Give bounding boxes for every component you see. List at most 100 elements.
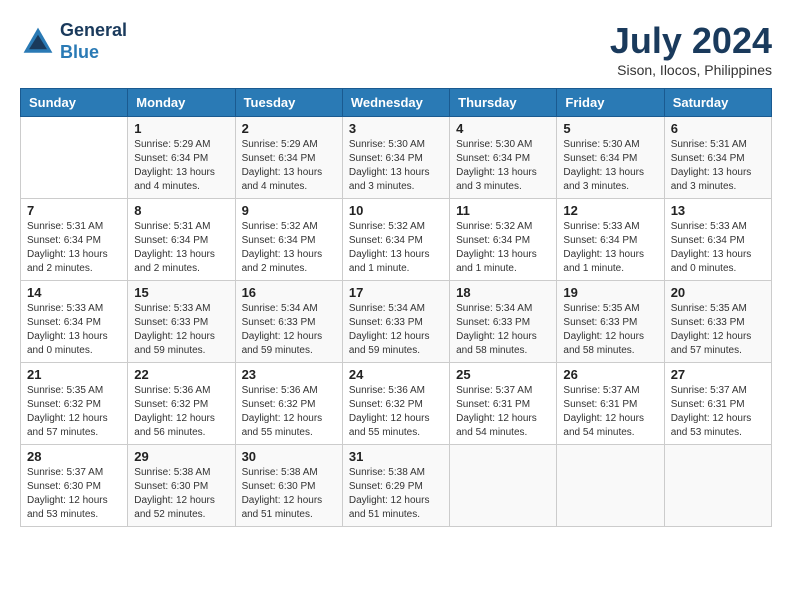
day-info: Sunrise: 5:38 AM Sunset: 6:30 PM Dayligh… <box>242 466 336 522</box>
day-info: Sunrise: 5:38 AM Sunset: 6:30 PM Dayligh… <box>134 466 228 522</box>
day-info: Sunrise: 5:33 AM Sunset: 6:34 PM Dayligh… <box>671 220 765 276</box>
day-info: Sunrise: 5:29 AM Sunset: 6:34 PM Dayligh… <box>242 138 336 194</box>
day-number: 10 <box>349 203 443 218</box>
day-info: Sunrise: 5:38 AM Sunset: 6:29 PM Dayligh… <box>349 466 443 522</box>
day-number: 2 <box>242 121 336 136</box>
logo-text: General Blue <box>60 20 127 63</box>
weekday-header-sunday: Sunday <box>21 89 128 117</box>
month-title: July 2024 <box>610 20 772 62</box>
location: Sison, Ilocos, Philippines <box>610 62 772 78</box>
day-info: Sunrise: 5:36 AM Sunset: 6:32 PM Dayligh… <box>242 384 336 440</box>
calendar-cell: 3 Sunrise: 5:30 AM Sunset: 6:34 PM Daylig… <box>342 117 449 199</box>
calendar-cell: 23 Sunrise: 5:36 AM Sunset: 6:32 PM Dayli… <box>235 363 342 445</box>
day-number: 9 <box>242 203 336 218</box>
day-number: 31 <box>349 449 443 464</box>
calendar-cell <box>21 117 128 199</box>
calendar-cell <box>557 445 664 527</box>
calendar-cell: 6 Sunrise: 5:31 AM Sunset: 6:34 PM Daylig… <box>664 117 771 199</box>
day-info: Sunrise: 5:36 AM Sunset: 6:32 PM Dayligh… <box>134 384 228 440</box>
day-number: 20 <box>671 285 765 300</box>
calendar-cell <box>664 445 771 527</box>
day-info: Sunrise: 5:37 AM Sunset: 6:31 PM Dayligh… <box>456 384 550 440</box>
day-info: Sunrise: 5:32 AM Sunset: 6:34 PM Dayligh… <box>242 220 336 276</box>
day-info: Sunrise: 5:29 AM Sunset: 6:34 PM Dayligh… <box>134 138 228 194</box>
day-number: 1 <box>134 121 228 136</box>
weekday-header-friday: Friday <box>557 89 664 117</box>
calendar-cell: 1 Sunrise: 5:29 AM Sunset: 6:34 PM Daylig… <box>128 117 235 199</box>
weekday-header-thursday: Thursday <box>450 89 557 117</box>
calendar-week-2: 7 Sunrise: 5:31 AM Sunset: 6:34 PM Daylig… <box>21 199 772 281</box>
calendar-cell: 24Sunrise: 5:36 AM Sunset: 6:32 PM Dayli… <box>342 363 449 445</box>
day-info: Sunrise: 5:31 AM Sunset: 6:34 PM Dayligh… <box>671 138 765 194</box>
day-number: 21 <box>27 367 121 382</box>
day-info: Sunrise: 5:36 AM Sunset: 6:32 PM Dayligh… <box>349 384 443 440</box>
calendar-cell: 13 Sunrise: 5:33 AM Sunset: 6:34 PM Dayli… <box>664 199 771 281</box>
day-number: 13 <box>671 203 765 218</box>
calendar-cell: 2 Sunrise: 5:29 AM Sunset: 6:34 PM Daylig… <box>235 117 342 199</box>
day-number: 16 <box>242 285 336 300</box>
calendar-cell: 7 Sunrise: 5:31 AM Sunset: 6:34 PM Daylig… <box>21 199 128 281</box>
day-number: 5 <box>563 121 657 136</box>
calendar-cell <box>450 445 557 527</box>
calendar-cell: 8Sunrise: 5:31 AM Sunset: 6:34 PM Daylig… <box>128 199 235 281</box>
day-info: Sunrise: 5:32 AM Sunset: 6:34 PM Dayligh… <box>456 220 550 276</box>
day-number: 3 <box>349 121 443 136</box>
calendar-week-1: 1 Sunrise: 5:29 AM Sunset: 6:34 PM Daylig… <box>21 117 772 199</box>
day-number: 27 <box>671 367 765 382</box>
day-number: 25 <box>456 367 550 382</box>
day-number: 6 <box>671 121 765 136</box>
day-info: Sunrise: 5:37 AM Sunset: 6:30 PM Dayligh… <box>27 466 121 522</box>
day-number: 7 <box>27 203 121 218</box>
day-number: 23 <box>242 367 336 382</box>
day-info: Sunrise: 5:34 AM Sunset: 6:33 PM Dayligh… <box>242 302 336 358</box>
day-info: Sunrise: 5:34 AM Sunset: 6:33 PM Dayligh… <box>349 302 443 358</box>
calendar-cell: 28Sunrise: 5:37 AM Sunset: 6:30 PM Dayli… <box>21 445 128 527</box>
calendar-cell: 4Sunrise: 5:30 AM Sunset: 6:34 PM Daylig… <box>450 117 557 199</box>
calendar-cell: 15Sunrise: 5:33 AM Sunset: 6:33 PM Dayli… <box>128 281 235 363</box>
calendar-cell: 12Sunrise: 5:33 AM Sunset: 6:34 PM Dayli… <box>557 199 664 281</box>
logo: General Blue <box>20 20 127 63</box>
calendar-week-3: 14Sunrise: 5:33 AM Sunset: 6:34 PM Dayli… <box>21 281 772 363</box>
calendar-body: 1 Sunrise: 5:29 AM Sunset: 6:34 PM Daylig… <box>21 117 772 527</box>
day-info: Sunrise: 5:35 AM Sunset: 6:33 PM Dayligh… <box>671 302 765 358</box>
calendar-table: SundayMondayTuesdayWednesdayThursdayFrid… <box>20 88 772 527</box>
calendar-cell: 31 Sunrise: 5:38 AM Sunset: 6:29 PM Dayli… <box>342 445 449 527</box>
weekday-header-monday: Monday <box>128 89 235 117</box>
calendar-cell: 17 Sunrise: 5:34 AM Sunset: 6:33 PM Dayli… <box>342 281 449 363</box>
day-info: Sunrise: 5:32 AM Sunset: 6:34 PM Dayligh… <box>349 220 443 276</box>
day-number: 17 <box>349 285 443 300</box>
day-info: Sunrise: 5:30 AM Sunset: 6:34 PM Dayligh… <box>563 138 657 194</box>
day-number: 14 <box>27 285 121 300</box>
calendar-cell: 29 Sunrise: 5:38 AM Sunset: 6:30 PM Dayli… <box>128 445 235 527</box>
day-info: Sunrise: 5:37 AM Sunset: 6:31 PM Dayligh… <box>671 384 765 440</box>
calendar-week-4: 21 Sunrise: 5:35 AM Sunset: 6:32 PM Dayli… <box>21 363 772 445</box>
calendar-cell: 9 Sunrise: 5:32 AM Sunset: 6:34 PM Daylig… <box>235 199 342 281</box>
day-info: Sunrise: 5:35 AM Sunset: 6:33 PM Dayligh… <box>563 302 657 358</box>
calendar-cell: 19 Sunrise: 5:35 AM Sunset: 6:33 PM Dayli… <box>557 281 664 363</box>
weekday-header-row: SundayMondayTuesdayWednesdayThursdayFrid… <box>21 89 772 117</box>
day-number: 22 <box>134 367 228 382</box>
calendar-cell: 22 Sunrise: 5:36 AM Sunset: 6:32 PM Dayli… <box>128 363 235 445</box>
weekday-header-tuesday: Tuesday <box>235 89 342 117</box>
calendar-cell: 30Sunrise: 5:38 AM Sunset: 6:30 PM Dayli… <box>235 445 342 527</box>
calendar-cell: 5 Sunrise: 5:30 AM Sunset: 6:34 PM Daylig… <box>557 117 664 199</box>
day-info: Sunrise: 5:31 AM Sunset: 6:34 PM Dayligh… <box>27 220 121 276</box>
calendar-cell: 10 Sunrise: 5:32 AM Sunset: 6:34 PM Dayli… <box>342 199 449 281</box>
day-info: Sunrise: 5:37 AM Sunset: 6:31 PM Dayligh… <box>563 384 657 440</box>
day-number: 18 <box>456 285 550 300</box>
day-number: 29 <box>134 449 228 464</box>
calendar-cell: 16 Sunrise: 5:34 AM Sunset: 6:33 PM Dayli… <box>235 281 342 363</box>
weekday-header-saturday: Saturday <box>664 89 771 117</box>
weekday-header-wednesday: Wednesday <box>342 89 449 117</box>
day-info: Sunrise: 5:31 AM Sunset: 6:34 PM Dayligh… <box>134 220 228 276</box>
calendar-cell: 21 Sunrise: 5:35 AM Sunset: 6:32 PM Dayli… <box>21 363 128 445</box>
day-info: Sunrise: 5:30 AM Sunset: 6:34 PM Dayligh… <box>349 138 443 194</box>
page-header: General Blue July 2024 Sison, Ilocos, Ph… <box>20 20 772 78</box>
calendar-cell: 11 Sunrise: 5:32 AM Sunset: 6:34 PM Dayli… <box>450 199 557 281</box>
day-number: 19 <box>563 285 657 300</box>
calendar-cell: 26Sunrise: 5:37 AM Sunset: 6:31 PM Dayli… <box>557 363 664 445</box>
day-number: 11 <box>456 203 550 218</box>
calendar-cell: 27 Sunrise: 5:37 AM Sunset: 6:31 PM Dayli… <box>664 363 771 445</box>
day-info: Sunrise: 5:34 AM Sunset: 6:33 PM Dayligh… <box>456 302 550 358</box>
day-info: Sunrise: 5:35 AM Sunset: 6:32 PM Dayligh… <box>27 384 121 440</box>
